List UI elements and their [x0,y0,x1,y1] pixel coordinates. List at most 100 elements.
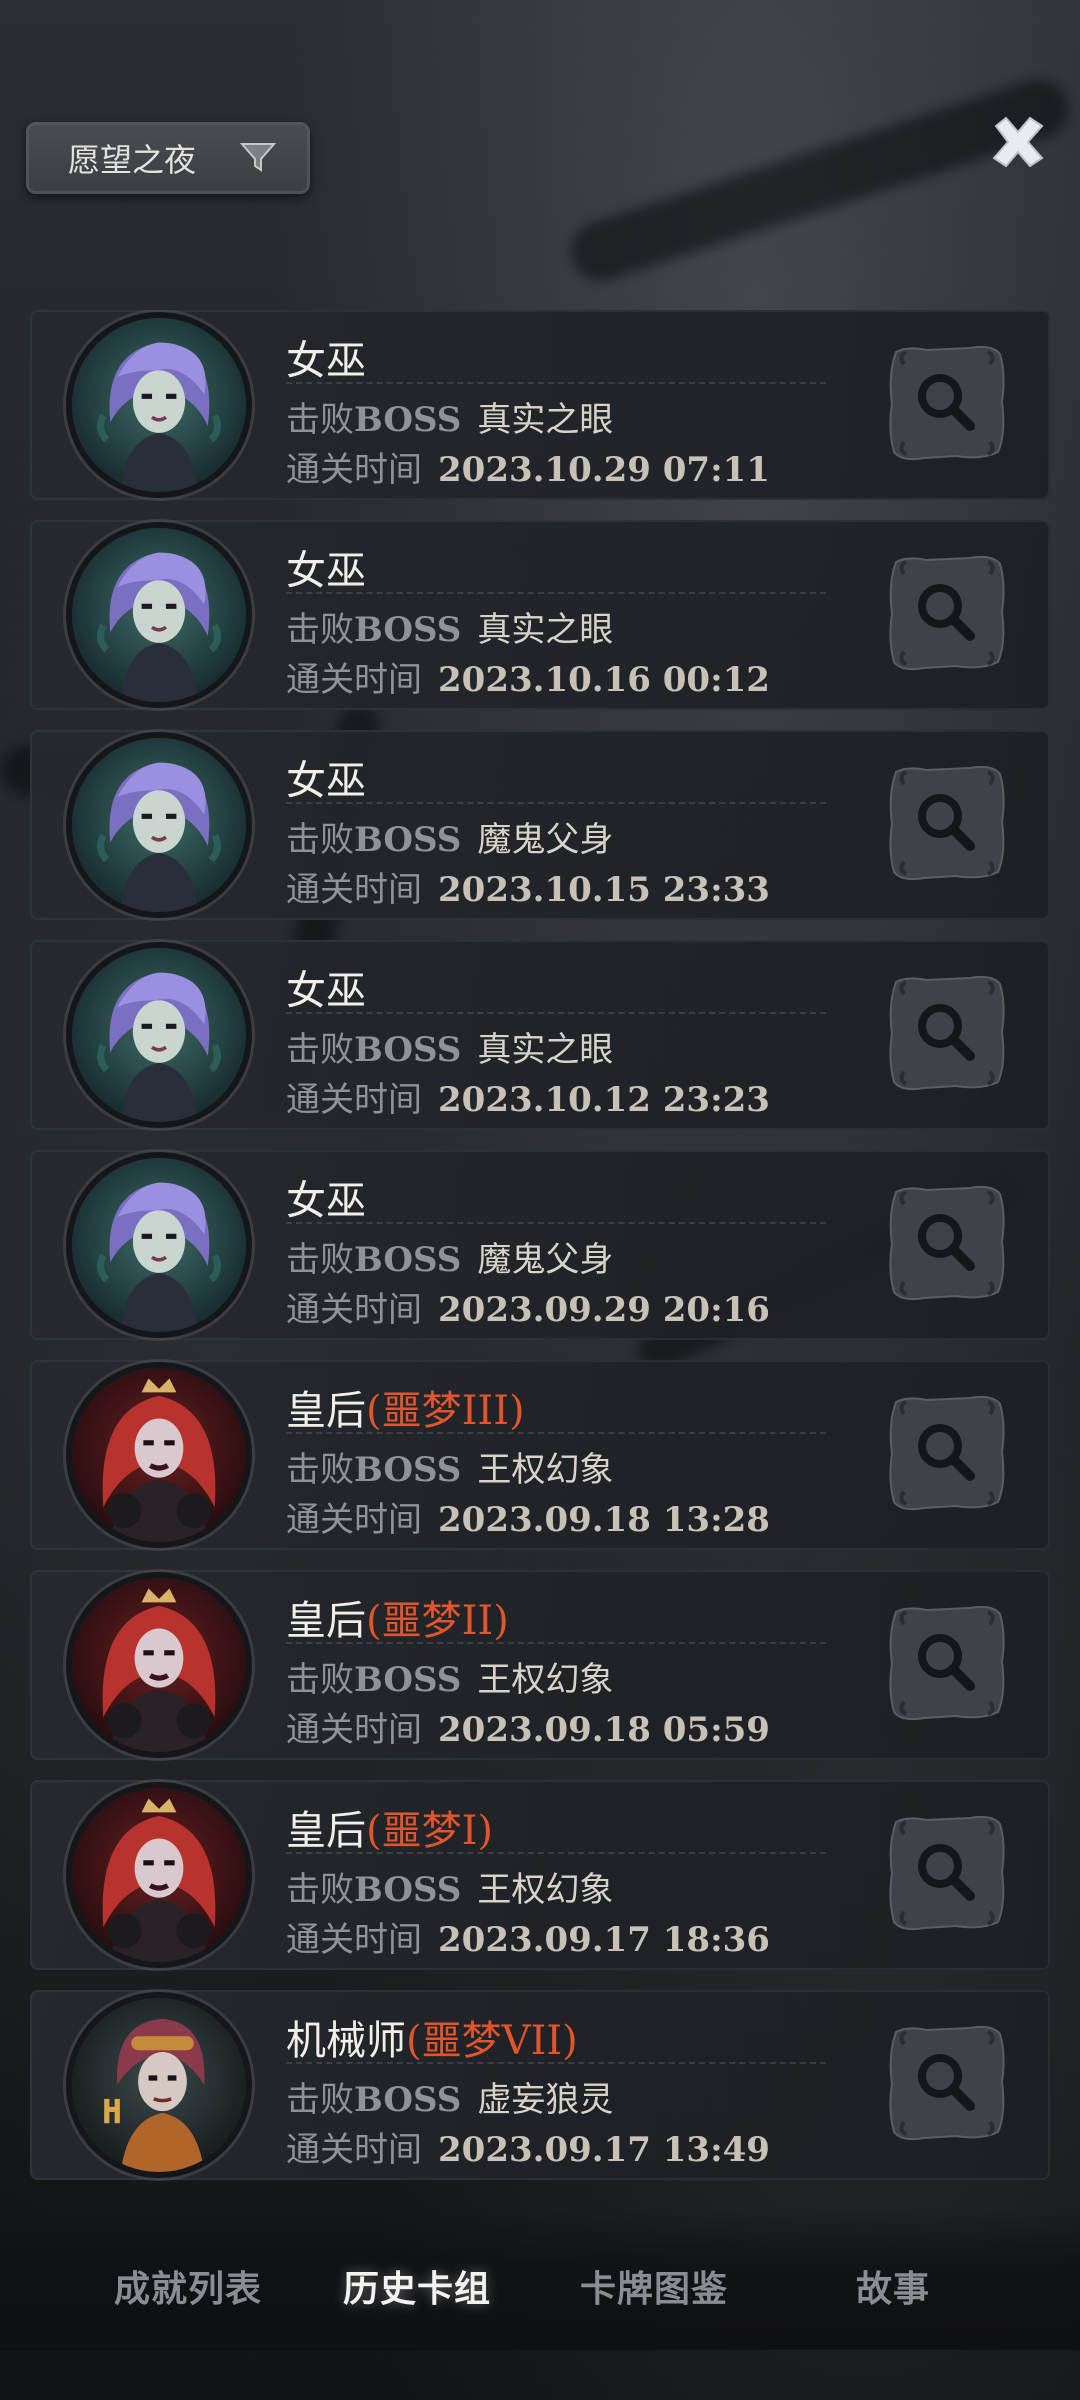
character-name: 女巫 [286,1178,366,1224]
clear-time-line: 通关时间 2023.09.18 13:28 [286,1500,770,1540]
inspect-deck-button[interactable] [886,1184,1008,1302]
funnel-icon [239,142,277,174]
character-name: 女巫 [286,758,366,804]
clear-time-value: 2023.09.17 13:49 [438,2130,770,2170]
character-name: 皇后(噩梦I) [286,1808,494,1854]
inspect-deck-button[interactable] [886,344,1008,462]
boss-name: 虚妄狼灵 [477,2080,614,2120]
boss-name: 魔鬼父身 [477,1240,614,1280]
clear-time-value: 2023.09.18 05:59 [438,1710,770,1750]
boss-name: 王权幻象 [477,1450,614,1490]
tab-card-collection[interactable]: 卡牌图鉴 [580,2260,728,2312]
inspect-deck-button[interactable] [886,764,1008,882]
clear-time-value: 2023.10.12 23:23 [438,1080,770,1120]
character-name: 皇后(噩梦II) [286,1598,509,1644]
difficulty-tag: (噩梦II) [366,1598,509,1644]
magnifier-icon [886,1605,1008,1726]
bottom-tab-bar: 成就列表 历史卡组 卡牌图鉴 故事 [0,2210,1080,2350]
magnifier-icon [886,2025,1008,2146]
character-portrait [72,1788,246,1962]
history-record-row[interactable]: 女巫 击败BOSS 魔鬼父身 通关时间 2023.09.29 20:16 [30,1150,1050,1340]
defeated-boss-line: 击败BOSS 王权幻象 [286,1660,614,1700]
magnifier-icon [886,765,1008,886]
character-portrait [72,1368,246,1542]
row-divider [286,1432,826,1434]
defeated-boss-line: 击败BOSS 真实之眼 [286,1030,614,1070]
clear-time-value: 2023.10.29 07:11 [438,450,770,490]
character-portrait [72,1158,246,1332]
history-record-row[interactable]: 女巫 击败BOSS 真实之眼 通关时间 2023.10.16 00:12 [30,520,1050,710]
row-divider [286,592,826,594]
character-name: 机械师(噩梦VII) [286,2018,578,2064]
filter-label: 愿望之夜 [68,141,197,179]
magnifier-icon [886,1395,1008,1516]
character-portrait [72,1998,246,2172]
boss-name: 王权幻象 [477,1870,614,1910]
close-button[interactable] [986,110,1050,174]
character-portrait [72,948,246,1122]
inspect-deck-button[interactable] [886,1394,1008,1512]
row-divider [286,1012,826,1014]
character-name: 女巫 [286,338,366,384]
row-divider [286,1222,826,1224]
clear-time-line: 通关时间 2023.09.17 13:49 [286,2130,770,2170]
history-record-row[interactable]: 女巫 击败BOSS 真实之眼 通关时间 2023.10.12 23:23 [30,940,1050,1130]
character-name: 女巫 [286,968,366,1014]
boss-name: 魔鬼父身 [477,820,614,860]
boss-name: 真实之眼 [477,1030,614,1070]
clear-time-line: 通关时间 2023.10.16 00:12 [286,660,770,700]
character-portrait [72,318,246,492]
magnifier-icon [886,345,1008,466]
row-divider [286,382,826,384]
clear-time-value: 2023.09.17 18:36 [438,1920,770,1960]
close-icon [992,116,1044,168]
difficulty-tag: (噩梦VII) [406,2018,578,2064]
magnifier-icon [886,555,1008,676]
inspect-deck-button[interactable] [886,1814,1008,1932]
clear-time-line: 通关时间 2023.09.18 05:59 [286,1710,770,1750]
boss-name: 王权幻象 [477,1660,614,1700]
inspect-deck-button[interactable] [886,1604,1008,1722]
clear-time-line: 通关时间 2023.10.29 07:11 [286,450,770,490]
history-record-row[interactable]: 女巫 击败BOSS 真实之眼 通关时间 2023.10.29 07:11 [30,310,1050,500]
character-name: 皇后(噩梦III) [286,1388,525,1434]
boss-name: 真实之眼 [477,400,614,440]
history-record-row[interactable]: 皇后(噩梦III) 击败BOSS 王权幻象 通关时间 2023.09.18 13:2… [30,1360,1050,1550]
magnifier-icon [886,1815,1008,1936]
inspect-deck-button[interactable] [886,554,1008,672]
defeated-boss-line: 击败BOSS 真实之眼 [286,400,614,440]
tab-story[interactable]: 故事 [856,2260,930,2312]
defeated-boss-line: 击败BOSS 魔鬼父身 [286,1240,614,1280]
defeated-boss-line: 击败BOSS 真实之眼 [286,610,614,650]
inspect-deck-button[interactable] [886,2024,1008,2142]
history-record-row[interactable]: 皇后(噩梦I) 击败BOSS 王权幻象 通关时间 2023.09.17 18:36 [30,1780,1050,1970]
clear-time-line: 通关时间 2023.10.12 23:23 [286,1080,770,1120]
defeated-boss-line: 击败BOSS 王权幻象 [286,1450,614,1490]
row-divider [286,1852,826,1854]
clear-time-value: 2023.09.29 20:16 [438,1290,770,1330]
defeated-boss-line: 击败BOSS 魔鬼父身 [286,820,614,860]
tab-achievements[interactable]: 成就列表 [114,2260,262,2312]
magnifier-icon [886,975,1008,1096]
clear-time-value: 2023.09.18 13:28 [438,1500,770,1540]
filter-dropdown[interactable]: 愿望之夜 [26,122,310,194]
row-divider [286,802,826,804]
history-record-row[interactable]: 皇后(噩梦II) 击败BOSS 王权幻象 通关时间 2023.09.18 05:59 [30,1570,1050,1760]
clear-time-line: 通关时间 2023.09.17 18:36 [286,1920,770,1960]
tab-history-decks[interactable]: 历史卡组 [343,2260,491,2312]
boss-name: 真实之眼 [477,610,614,650]
history-record-row[interactable]: 女巫 击败BOSS 魔鬼父身 通关时间 2023.10.15 23:33 [30,730,1050,920]
character-name: 女巫 [286,548,366,594]
clear-time-value: 2023.10.15 23:33 [438,870,770,910]
defeated-boss-line: 击败BOSS 王权幻象 [286,1870,614,1910]
clear-time-line: 通关时间 2023.09.29 20:16 [286,1290,770,1330]
history-record-row[interactable]: 机械师(噩梦VII) 击败BOSS 虚妄狼灵 通关时间 2023.09.17 13:… [30,1990,1050,2180]
history-deck-list[interactable]: 女巫 击败BOSS 真实之眼 通关时间 2023.10.29 07:11 女巫 击败… [30,310,1050,2198]
magnifier-icon [886,1185,1008,1306]
character-portrait [72,1578,246,1752]
row-divider [286,1642,826,1644]
inspect-deck-button[interactable] [886,974,1008,1092]
difficulty-tag: (噩梦I) [366,1808,494,1854]
row-divider [286,2062,826,2064]
clear-time-value: 2023.10.16 00:12 [438,660,770,700]
